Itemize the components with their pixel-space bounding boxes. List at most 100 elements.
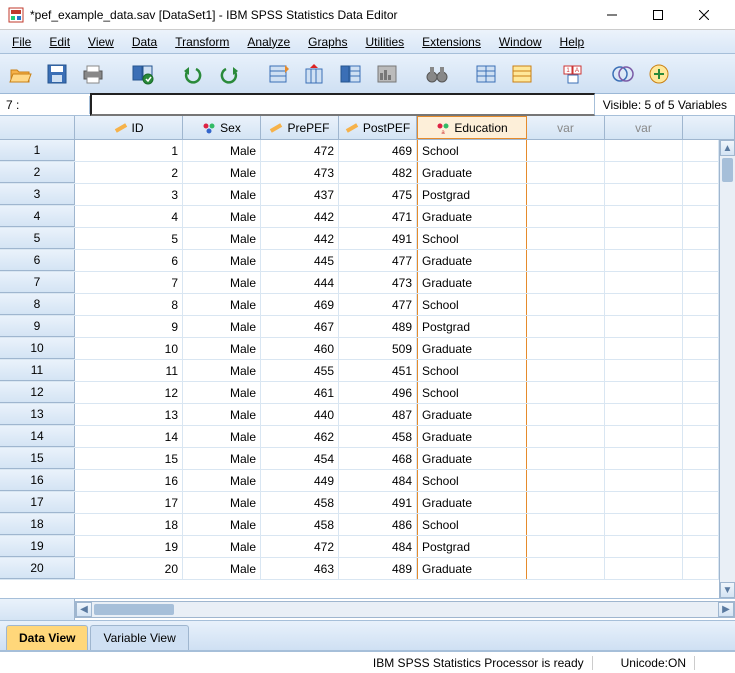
row-header[interactable]: 5 [0, 228, 75, 249]
cell-var[interactable] [527, 338, 605, 359]
row-header[interactable]: 10 [0, 338, 75, 359]
row-header[interactable]: 3 [0, 184, 75, 205]
cell-var[interactable] [527, 382, 605, 403]
cell-sex[interactable]: Male [183, 404, 261, 425]
cell-postpef[interactable]: 482 [339, 162, 417, 183]
split-file-button[interactable] [472, 59, 502, 89]
cell-postpef[interactable]: 491 [339, 492, 417, 513]
cell-var[interactable] [527, 184, 605, 205]
cell-id[interactable]: 11 [75, 360, 183, 381]
cell-blank[interactable] [683, 382, 719, 403]
cell-blank[interactable] [683, 294, 719, 315]
run-descriptives-button[interactable] [372, 59, 402, 89]
cell-blank[interactable] [683, 272, 719, 293]
cell-var[interactable] [605, 316, 683, 337]
scroll-right-arrow[interactable]: ▶ [718, 602, 734, 617]
column-header-sex[interactable]: Sex [183, 116, 261, 139]
cell-prepef[interactable]: 440 [261, 404, 339, 425]
cell-blank[interactable] [683, 206, 719, 227]
cell-education[interactable]: School [417, 294, 527, 315]
cell-blank[interactable] [683, 536, 719, 557]
menu-edit[interactable]: Edit [41, 33, 78, 51]
column-header-prepef[interactable]: PrePEF [261, 116, 339, 139]
cell-id[interactable]: 9 [75, 316, 183, 337]
cell-sex[interactable]: Male [183, 426, 261, 447]
cell-education[interactable]: School [417, 140, 527, 161]
cell-var[interactable] [605, 360, 683, 381]
cell-education[interactable]: School [417, 360, 527, 381]
cell-postpef[interactable]: 477 [339, 294, 417, 315]
cell-var[interactable] [527, 162, 605, 183]
cell-var[interactable] [527, 316, 605, 337]
cell-postpef[interactable]: 489 [339, 316, 417, 337]
undo-button[interactable] [178, 59, 208, 89]
cell-postpef[interactable]: 487 [339, 404, 417, 425]
cell-postpef[interactable]: 484 [339, 536, 417, 557]
cell-education[interactable]: Postgrad [417, 184, 527, 205]
cell-var[interactable] [605, 184, 683, 205]
cell-var[interactable] [527, 492, 605, 513]
cell-education[interactable]: Graduate [417, 558, 527, 579]
recall-dialog-button[interactable] [128, 59, 158, 89]
cell-id[interactable]: 20 [75, 558, 183, 579]
maximize-button[interactable] [635, 0, 681, 30]
row-header[interactable]: 8 [0, 294, 75, 315]
row-header[interactable]: 1 [0, 140, 75, 161]
cell-prepef[interactable]: 442 [261, 228, 339, 249]
cell-blank[interactable] [683, 404, 719, 425]
cell-id[interactable]: 13 [75, 404, 183, 425]
column-header-var-1[interactable]: var [527, 116, 605, 139]
cell-id[interactable]: 15 [75, 448, 183, 469]
cell-id[interactable]: 2 [75, 162, 183, 183]
cell-id[interactable]: 4 [75, 206, 183, 227]
cell-prepef[interactable]: 461 [261, 382, 339, 403]
cell-postpef[interactable]: 471 [339, 206, 417, 227]
row-header[interactable]: 18 [0, 514, 75, 535]
cell-blank[interactable] [683, 360, 719, 381]
row-header[interactable]: 19 [0, 536, 75, 557]
cell-prepef[interactable]: 473 [261, 162, 339, 183]
cell-prepef[interactable]: 460 [261, 338, 339, 359]
cell-sex[interactable]: Male [183, 206, 261, 227]
cell-blank[interactable] [683, 448, 719, 469]
use-sets-button[interactable] [608, 59, 638, 89]
scroll-left-arrow[interactable]: ◀ [76, 602, 92, 617]
cell-blank[interactable] [683, 316, 719, 337]
cell-blank[interactable] [683, 250, 719, 271]
cell-var[interactable] [605, 338, 683, 359]
cell-education[interactable]: Graduate [417, 404, 527, 425]
cell-var[interactable] [605, 382, 683, 403]
cell-education[interactable]: Postgrad [417, 536, 527, 557]
menu-utilities[interactable]: Utilities [357, 33, 412, 51]
show-all-button[interactable] [644, 59, 674, 89]
scroll-up-arrow[interactable]: ▲ [720, 140, 735, 156]
cell-sex[interactable]: Male [183, 228, 261, 249]
cell-sex[interactable]: Male [183, 558, 261, 579]
cell-var[interactable] [605, 514, 683, 535]
row-header[interactable]: 7 [0, 272, 75, 293]
cell-blank[interactable] [683, 470, 719, 491]
cell-postpef[interactable]: 451 [339, 360, 417, 381]
cell-var[interactable] [527, 250, 605, 271]
cell-education[interactable]: School [417, 470, 527, 491]
menu-window[interactable]: Window [491, 33, 550, 51]
cell-id[interactable]: 7 [75, 272, 183, 293]
cell-id[interactable]: 6 [75, 250, 183, 271]
cell-blank[interactable] [683, 558, 719, 579]
scroll-thumb[interactable] [722, 158, 733, 182]
cell-id[interactable]: 8 [75, 294, 183, 315]
menu-data[interactable]: Data [124, 33, 165, 51]
cell-sex[interactable]: Male [183, 294, 261, 315]
cell-prepef[interactable]: 445 [261, 250, 339, 271]
tab-variable-view[interactable]: Variable View [90, 625, 188, 650]
cell-var[interactable] [605, 536, 683, 557]
menu-extensions[interactable]: Extensions [414, 33, 489, 51]
cell-var[interactable] [527, 228, 605, 249]
cell-var[interactable] [527, 448, 605, 469]
cell-id[interactable]: 16 [75, 470, 183, 491]
open-button[interactable] [6, 59, 36, 89]
cell-postpef[interactable]: 484 [339, 470, 417, 491]
cell-education[interactable]: Graduate [417, 448, 527, 469]
cell-var[interactable] [527, 294, 605, 315]
row-header[interactable]: 20 [0, 558, 75, 579]
